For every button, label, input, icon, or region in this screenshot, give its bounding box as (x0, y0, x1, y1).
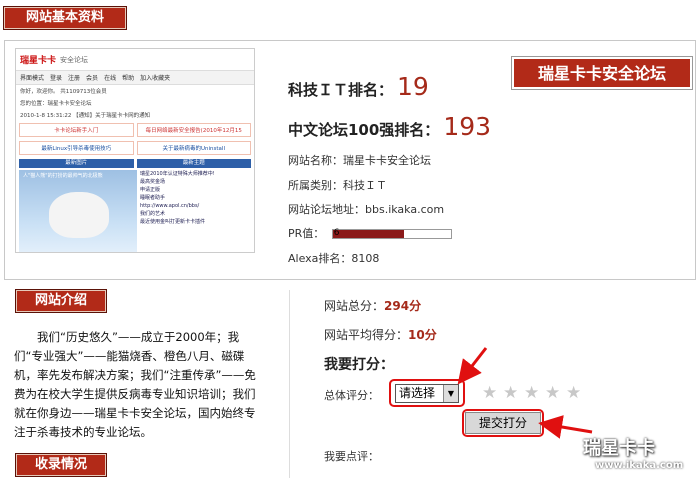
watermark-url: www.ikaka.com (595, 460, 684, 471)
annotation-arrows (457, 347, 593, 439)
watermark-logo: 瑞星卡卡 (583, 438, 655, 459)
arrow-to-submit (538, 415, 593, 439)
arrow-to-select (457, 347, 488, 385)
watermark: 瑞星卡卡 www.ikaka.com (583, 434, 693, 471)
